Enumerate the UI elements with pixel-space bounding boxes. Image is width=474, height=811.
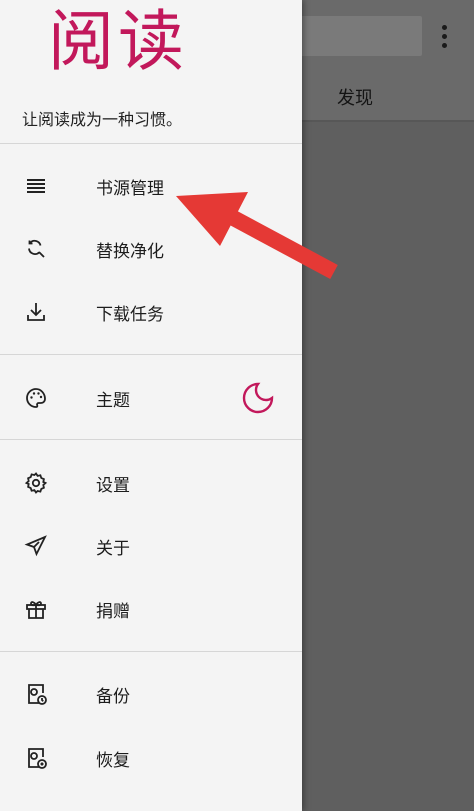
navigation-drawer: 阅读 让阅读成为一种习惯。 书源管理 替换净化 下载任务 主题 设置 关于 捐赠… [0,0,302,811]
drawer-item-label: 书源管理 [96,178,164,199]
drawer-item-label: 关于 [96,538,130,559]
divider [0,143,302,144]
backup-icon [24,682,48,706]
annotation-arrow-icon [176,192,338,280]
send-icon [24,534,48,558]
drawer-item-donate[interactable]: 捐赠 [0,581,302,637]
gift-icon [24,597,48,621]
more-options-icon[interactable] [432,18,456,54]
download-icon [24,300,48,324]
drawer-item-label: 下载任务 [96,304,164,325]
drawer-item-label: 设置 [96,475,130,496]
drawer-item-label: 主题 [96,390,130,411]
divider [0,354,302,355]
palette-icon [24,386,48,410]
drawer-item-download[interactable]: 下载任务 [0,284,302,340]
app-tagline: 让阅读成为一种习惯。 [22,110,183,129]
drawer-item-label: 恢复 [96,750,130,771]
drawer-item-about[interactable]: 关于 [0,518,302,574]
divider [0,439,302,440]
drawer-item-label: 捐赠 [96,601,130,622]
drawer-item-label: 替换净化 [96,241,164,262]
divider [0,651,302,652]
drawer-item-settings[interactable]: 设置 [0,455,302,511]
drawer-item-restore[interactable]: 恢复 [0,730,302,786]
list-icon [24,174,48,198]
divider [300,120,474,122]
find-replace-icon [24,237,48,261]
tab-discover[interactable]: 发现 [320,84,390,110]
drawer-item-label: 备份 [96,686,130,707]
restore-icon [24,746,48,770]
drawer-item-backup[interactable]: 备份 [0,666,302,722]
gear-icon [24,471,48,495]
night-mode-toggle-icon[interactable] [240,380,276,416]
app-logo: 阅读 [48,3,188,80]
